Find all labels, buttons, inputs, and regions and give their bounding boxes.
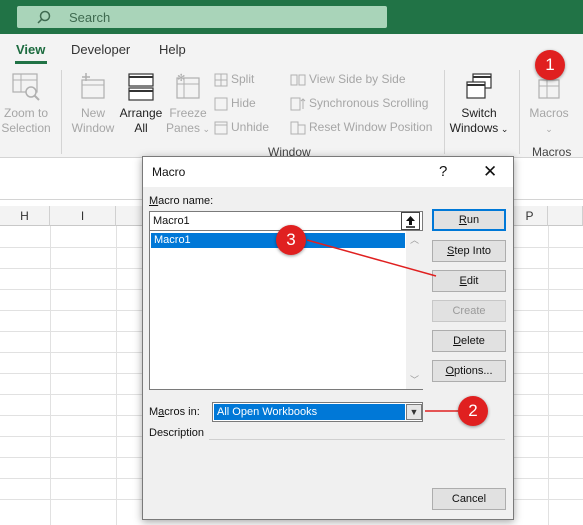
macro-dialog: Macro ? ✕ Macro name: Macro1 Macro1 ︿ ﹀ … (142, 156, 514, 520)
scroll-up-icon[interactable]: ︿ (410, 233, 419, 246)
split-label: Split (231, 72, 255, 86)
zoom-to-selection-label-1: Zoom to (3, 106, 48, 120)
macros-button[interactable]: Macros ⌄ (526, 72, 572, 137)
view-side-by-side-button[interactable]: View Side by Side (290, 70, 406, 88)
search-placeholder: Search (69, 10, 111, 25)
listbox-scrollbar[interactable]: ︿ ﹀ (406, 231, 423, 389)
hide-label: Hide (231, 96, 256, 110)
step-into-button[interactable]: Step Into (432, 240, 506, 262)
column-header-q[interactable] (548, 206, 583, 226)
arrange-all-label-2: All (134, 121, 148, 135)
group-label-macros: Macros (532, 145, 572, 159)
svg-text:✻: ✻ (177, 73, 185, 84)
macros-in-value: All Open Workbooks (214, 404, 405, 420)
edit-button[interactable]: Edit (432, 270, 506, 292)
macros-in-select[interactable]: All Open Workbooks ▼ (212, 402, 423, 422)
ribbon: Zoom to Selection New Window Arrange All… (0, 64, 583, 159)
hide-icon (214, 97, 228, 111)
create-button[interactable]: Create (432, 300, 506, 322)
close-icon[interactable]: ✕ (483, 162, 497, 182)
callout-badge-1: 1 (535, 50, 565, 80)
ribbon-tabs: View Developer Help (0, 34, 583, 64)
synchronous-scrolling-icon (290, 97, 306, 111)
switch-windows-label-1: Switch (461, 106, 497, 120)
unhide-button[interactable]: Unhide (214, 118, 269, 136)
macros-in-label: Macros in: (149, 406, 200, 418)
freeze-panes-label-2: Panes (165, 121, 200, 135)
upload-arrow-icon[interactable] (401, 212, 420, 230)
reset-window-position-label: Reset Window Position (309, 120, 433, 134)
dialog-title-bar[interactable]: Macro ? ✕ (143, 157, 513, 187)
synchronous-scrolling-button[interactable]: Synchronous Scrolling (290, 94, 428, 112)
run-button[interactable]: Run (432, 209, 506, 231)
delete-button[interactable]: Delete (432, 330, 506, 352)
side-by-side-icon (290, 74, 306, 86)
zoom-to-selection-icon (12, 73, 40, 101)
cancel-button[interactable]: Cancel (432, 488, 506, 510)
arrange-all-icon (128, 73, 154, 101)
grid-line (50, 226, 51, 525)
options-button[interactable]: Options... (432, 360, 506, 382)
ribbon-separator (519, 70, 520, 154)
new-window-label-1: New (80, 106, 105, 120)
tab-view[interactable]: View (16, 42, 45, 57)
search-box[interactable]: Search (17, 6, 387, 28)
split-icon (214, 73, 228, 87)
dialog-title: Macro (152, 165, 186, 179)
callout-badge-2: 2 (458, 396, 488, 426)
unhide-label: Unhide (231, 120, 270, 134)
grid-line (116, 226, 117, 525)
callout-badge-3: 3 (276, 225, 306, 255)
chevron-down-icon: ⌄ (199, 124, 211, 134)
arrange-all-label-1: Arrange (119, 106, 163, 120)
reset-window-position-icon (290, 121, 306, 135)
switch-windows-label-2: Windows (449, 121, 499, 135)
new-window-button[interactable]: New Window (70, 72, 116, 136)
ribbon-separator (61, 70, 62, 154)
ribbon-separator (444, 70, 445, 154)
hide-button[interactable]: Hide (214, 94, 256, 112)
freeze-panes-button[interactable]: ✻ Freeze Panes ⌄ (165, 72, 211, 137)
description-label: Description (149, 427, 205, 439)
switch-windows-button[interactable]: Switch Windows ⌄ (446, 72, 512, 137)
chevron-down-icon: ⌄ (498, 124, 509, 134)
chevron-down-icon: ⌄ (545, 124, 553, 134)
switch-windows-icon (466, 73, 492, 99)
macros-label: Macros (529, 106, 569, 120)
tab-developer[interactable]: Developer (71, 42, 130, 57)
grid-line (548, 226, 549, 525)
chevron-down-icon[interactable]: ▼ (406, 404, 422, 420)
column-header-p[interactable]: P (512, 206, 548, 226)
search-icon (37, 10, 51, 24)
description-divider (209, 439, 505, 440)
zoom-to-selection-label-2: Selection (1, 121, 51, 135)
zoom-to-selection-button[interactable]: Zoom to Selection (0, 72, 52, 136)
unhide-icon (214, 121, 228, 135)
column-header-i[interactable]: I (50, 206, 116, 226)
title-bar: Search (0, 0, 583, 34)
arrange-all-button[interactable]: Arrange All (117, 72, 165, 136)
new-window-label-2: Window (71, 121, 115, 135)
freeze-panes-icon: ✻ (176, 73, 200, 99)
view-side-by-side-label: View Side by Side (309, 72, 406, 86)
synchronous-scrolling-label: Synchronous Scrolling (309, 96, 429, 110)
split-button[interactable]: Split (214, 70, 254, 88)
freeze-panes-label-1: Freeze (169, 106, 207, 120)
macro-name-label: Macro name: (149, 195, 214, 207)
new-window-icon (81, 73, 105, 99)
column-header-h[interactable]: H (0, 206, 50, 226)
scroll-down-icon[interactable]: ﹀ (410, 373, 419, 386)
reset-window-position-button[interactable]: Reset Window Position (290, 118, 432, 136)
help-button[interactable]: ? (439, 163, 447, 180)
tab-help[interactable]: Help (159, 42, 186, 57)
